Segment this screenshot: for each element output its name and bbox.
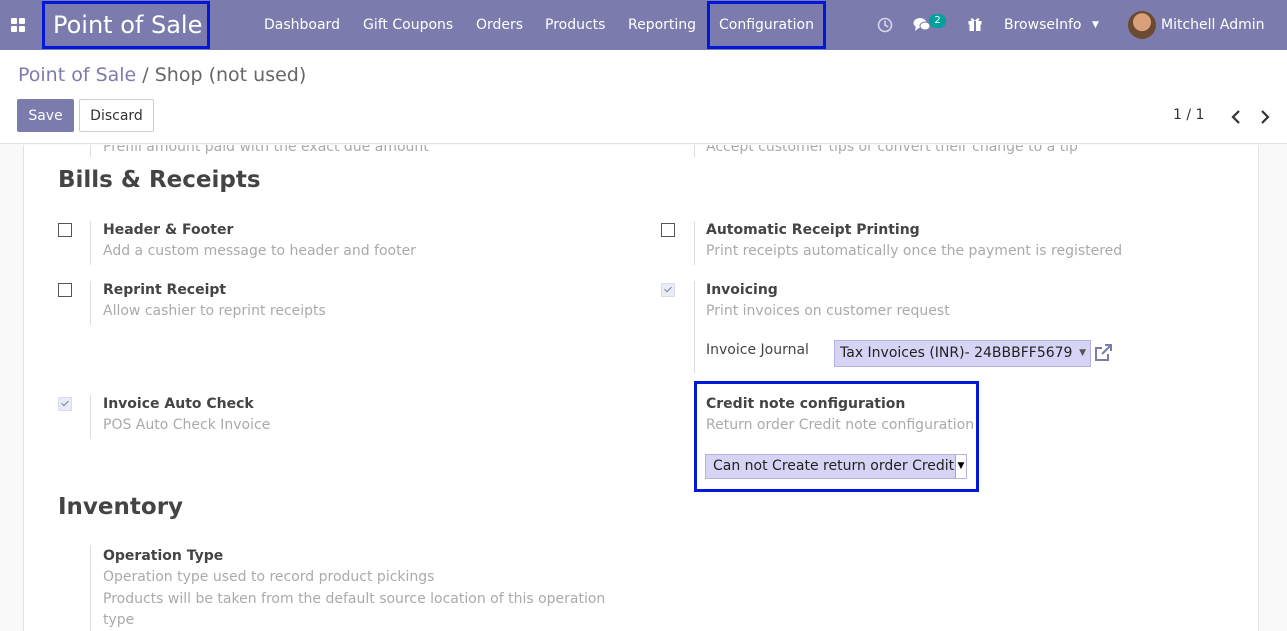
invoice-auto-check-label: Invoice Auto Check <box>103 396 254 412</box>
pager-value[interactable]: 1 / 1 <box>1173 107 1204 123</box>
auto-receipt-printing-label: Automatic Receipt Printing <box>706 222 920 238</box>
section-title-bills-receipts: Bills & Receipts <box>58 167 261 193</box>
credit-note-value: Can not Create return order Credit <box>713 458 955 474</box>
invoicing-help: Print invoices on customer request <box>706 303 950 319</box>
menu-dashboard[interactable]: Dashboard <box>264 0 340 50</box>
reprint-receipt-help: Allow cashier to reprint receipts <box>103 303 326 319</box>
invoice-auto-check-help: POS Auto Check Invoice <box>103 417 271 433</box>
auto-receipt-printing-checkbox[interactable] <box>661 223 675 237</box>
menu-reporting[interactable]: Reporting <box>628 0 696 50</box>
breadcrumb-separator: / <box>142 64 149 86</box>
company-name: BrowseInfo <box>1004 17 1082 33</box>
form-sheet: Prefill amount paid with the exact due a… <box>23 145 1259 631</box>
breadcrumb-current: Shop (not used) <box>154 64 307 86</box>
save-button[interactable]: Save <box>17 99 74 132</box>
pager-previous-icon[interactable] <box>1226 107 1246 127</box>
user-avatar[interactable] <box>1128 11 1156 39</box>
messages-badge: 2 <box>929 14 946 28</box>
divider <box>694 221 695 265</box>
divider <box>694 281 695 373</box>
gift-icon[interactable] <box>967 16 983 32</box>
app-brand[interactable]: Point of Sale <box>42 1 210 49</box>
tips-help-text: Accept customer tips or convert their ch… <box>706 145 1078 155</box>
divider <box>694 145 695 157</box>
user-menu[interactable]: Mitchell Admin <box>1161 0 1265 50</box>
reprint-receipt-checkbox[interactable] <box>58 283 72 297</box>
section-title-inventory: Inventory <box>58 494 184 520</box>
control-panel: Point of Sale / Shop (not used) Save Dis… <box>0 50 1287 144</box>
credit-note-help: Return order Credit note configuration <box>706 417 975 433</box>
top-navbar: Point of Sale Dashboard Gift Coupons Ord… <box>0 0 1287 50</box>
invoice-journal-label: Invoice Journal <box>706 342 809 358</box>
auto-receipt-printing-help: Print receipts automatically once the pa… <box>706 243 1123 259</box>
breadcrumb: Point of Sale / Shop (not used) <box>18 64 306 86</box>
credit-note-select[interactable]: Can not Create return order Credit ▼ <box>705 454 967 479</box>
dropdown-arrow-icon: ▼ <box>955 455 966 478</box>
divider <box>90 281 91 325</box>
menu-configuration[interactable]: Configuration <box>707 1 826 49</box>
company-switcher[interactable]: BrowseInfo ▼ <box>1004 0 1099 50</box>
credit-note-label: Credit note configuration <box>706 396 906 412</box>
menu-gift-coupons[interactable]: Gift Coupons <box>363 0 453 50</box>
chevron-down-icon: ▼ <box>1091 20 1099 30</box>
menu-orders[interactable]: Orders <box>476 0 523 50</box>
reprint-receipt-label: Reprint Receipt <box>103 282 227 298</box>
header-footer-checkbox[interactable] <box>58 223 72 237</box>
header-footer-help: Add a custom message to header and foote… <box>103 243 416 259</box>
prefill-help-text: Prefill amount paid with the exact due a… <box>103 145 429 155</box>
divider <box>90 221 91 265</box>
invoicing-label: Invoicing <box>706 282 778 298</box>
operation-type-help: Operation type used to record product pi… <box>103 569 435 585</box>
divider <box>90 145 91 157</box>
invoice-journal-value: Tax Invoices (INR)- 24BBBFF5679 <box>840 345 1073 361</box>
header-footer-label: Header & Footer <box>103 222 234 238</box>
apps-menu-icon[interactable] <box>11 18 25 32</box>
operation-type-help-detail: Products will be taken from the default … <box>103 591 606 607</box>
operation-type-label: Operation Type <box>103 548 224 564</box>
caret-down-icon: ▼ <box>1079 348 1086 358</box>
menu-products[interactable]: Products <box>545 0 605 50</box>
invoicing-checkbox[interactable] <box>661 283 675 297</box>
invoice-journal-select[interactable]: Tax Invoices (INR)- 24BBBFF5679 ▼ <box>834 340 1091 367</box>
invoice-auto-check-checkbox[interactable] <box>58 397 72 411</box>
activity-clock-icon[interactable] <box>877 17 893 33</box>
breadcrumb-parent-link[interactable]: Point of Sale <box>18 64 136 86</box>
external-link-icon[interactable] <box>1093 343 1113 363</box>
pager-next-icon[interactable] <box>1255 107 1275 127</box>
discard-button[interactable]: Discard <box>79 99 154 132</box>
divider <box>90 395 91 439</box>
operation-type-help-detail-end: type <box>103 612 135 628</box>
divider <box>90 545 91 631</box>
